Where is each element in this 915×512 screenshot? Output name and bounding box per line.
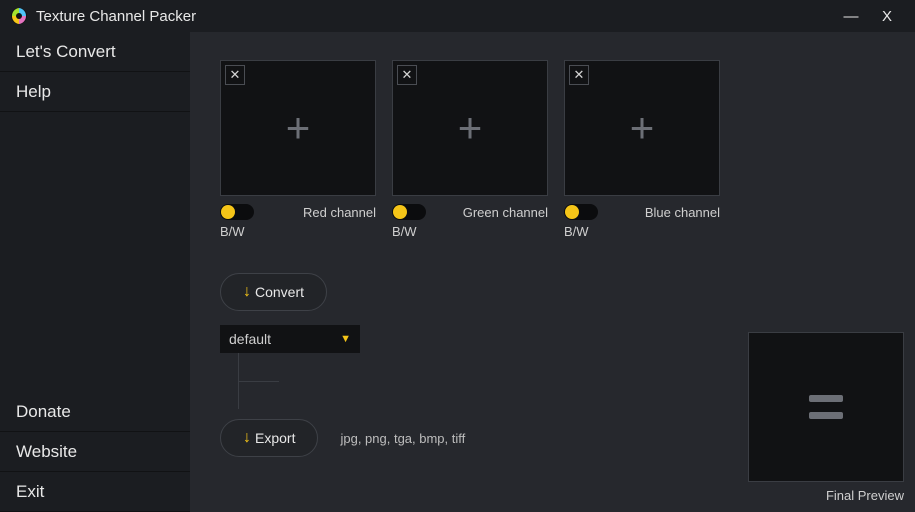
close-icon: ✕ [402,67,413,83]
dropzone-green[interactable]: ✕ + [392,60,548,196]
convert-button[interactable]: ↓ Convert [220,273,327,311]
export-button[interactable]: ↓ Export [220,419,318,457]
export-button-label: Export [255,430,295,446]
down-arrow-icon: ↓ [243,283,251,301]
sidebar-item-website[interactable]: Website [0,432,190,472]
preset-select-value: default [229,331,271,347]
minimize-button[interactable]: — [833,3,869,29]
flow-connector [238,353,278,409]
sidebar-item-donate[interactable]: Donate [0,392,190,432]
sidebar-item-label: Website [16,442,77,462]
app-title: Texture Channel Packer [36,8,196,25]
sidebar: Let's Convert Help Donate Website Exit [0,32,190,512]
channel-slot-red: ✕ + Red channel B/W [220,60,376,239]
bw-label: B/W [220,224,376,239]
plus-icon: + [286,107,311,149]
convert-button-label: Convert [255,284,304,300]
sidebar-item-label: Exit [16,482,44,502]
app-logo-icon [10,7,28,25]
dropzone-red[interactable]: ✕ + [220,60,376,196]
sidebar-item-label: Donate [16,402,71,422]
preset-select[interactable]: default ▼ [220,325,360,353]
bw-label: B/W [392,224,548,239]
equals-icon [809,395,843,419]
main-panel: ✕ + Red channel B/W ✕ + [190,32,915,512]
preview-label: Final Preview [748,488,904,503]
sidebar-item-label: Let's Convert [16,42,116,62]
sidebar-item-convert[interactable]: Let's Convert [0,32,190,72]
chevron-down-icon: ▼ [340,333,351,345]
bw-toggle-green[interactable] [392,204,426,220]
sidebar-item-label: Help [16,82,51,102]
channel-slot-blue: ✕ + Blue channel B/W [564,60,720,239]
close-icon: ✕ [230,67,241,83]
titlebar: Texture Channel Packer — X [0,0,915,32]
channel-slot-green: ✕ + Green channel B/W [392,60,548,239]
export-formats: jpg, png, tga, bmp, tiff [340,431,465,446]
plus-icon: + [630,107,655,149]
channel-label: Green channel [463,205,548,220]
channel-label: Red channel [303,205,376,220]
close-icon: ✕ [574,67,585,83]
bw-toggle-red[interactable] [220,204,254,220]
bw-label: B/W [564,224,720,239]
channel-label: Blue channel [645,205,720,220]
bw-toggle-blue[interactable] [564,204,598,220]
sidebar-item-exit[interactable]: Exit [0,472,190,512]
clear-green-button[interactable]: ✕ [397,65,417,85]
clear-red-button[interactable]: ✕ [225,65,245,85]
sidebar-item-help[interactable]: Help [0,72,190,112]
preview-block: Final Preview [748,332,904,503]
close-button[interactable]: X [869,3,905,29]
dropzone-blue[interactable]: ✕ + [564,60,720,196]
plus-icon: + [458,107,483,149]
preview-box [748,332,904,482]
down-arrow-icon: ↓ [243,429,251,447]
clear-blue-button[interactable]: ✕ [569,65,589,85]
